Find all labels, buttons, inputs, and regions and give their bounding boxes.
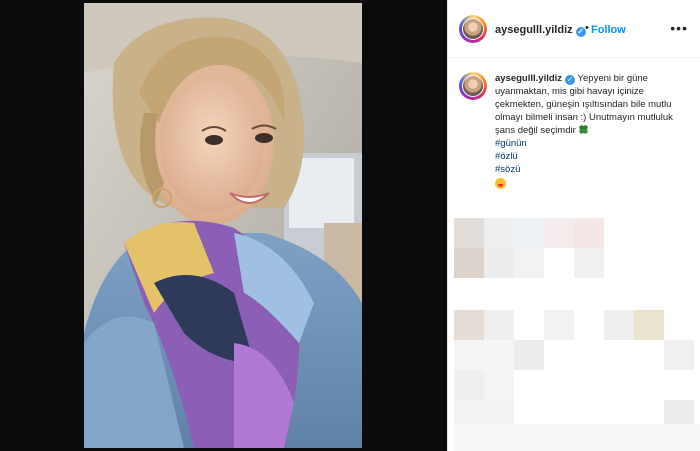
caption-avatar[interactable] [459, 72, 487, 100]
post-photo[interactable] [84, 3, 362, 448]
post-username[interactable]: aysegulll.yildiz ✓ [495, 24, 586, 37]
hashtag-link[interactable]: #günün [495, 137, 691, 150]
selfie-image [84, 3, 362, 448]
caption-username[interactable]: aysegulll.yildiz [495, 73, 562, 84]
tongue-out-emoji-icon [495, 178, 506, 189]
hashtag-link[interactable]: #sözü [495, 163, 691, 176]
post-sidebar: aysegulll.yildiz ✓ • Follow ••• aysegulll… [447, 0, 700, 451]
avatar[interactable] [459, 15, 487, 43]
verified-badge-icon: ✓ [565, 75, 576, 85]
post-header: aysegulll.yildiz ✓ • Follow ••• [448, 0, 700, 58]
hashtag-link[interactable]: #özlü [495, 150, 691, 163]
blurred-comments-area [454, 218, 700, 451]
post-caption: aysegulll.yildiz ✓ Yepyeni bir güne uyanm… [495, 72, 691, 193]
separator-dot: • [585, 22, 589, 34]
four-leaf-clover-icon [579, 125, 589, 134]
more-options-icon[interactable]: ••• [670, 20, 688, 36]
follow-button[interactable]: Follow [591, 24, 626, 36]
